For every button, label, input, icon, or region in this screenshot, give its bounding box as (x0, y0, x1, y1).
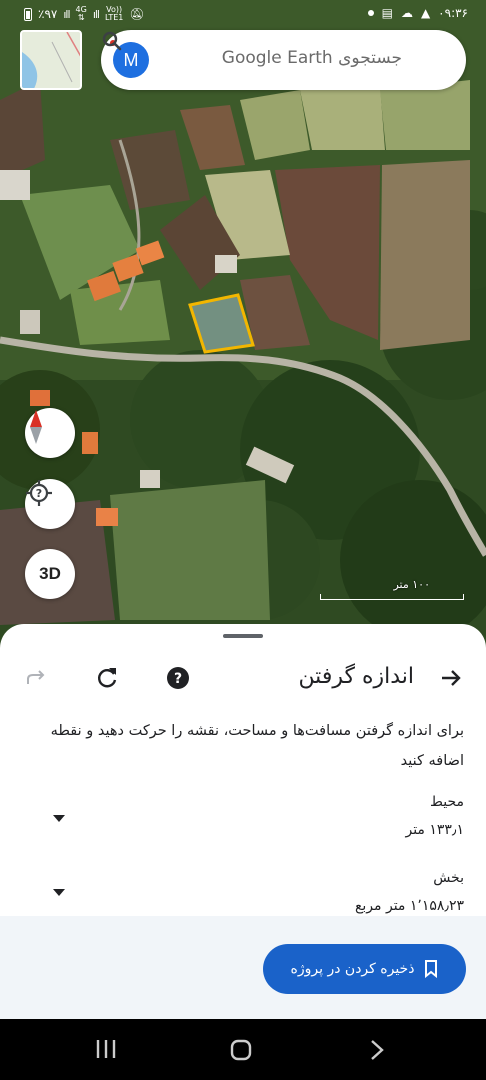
save-to-project-button[interactable]: ذخیره کردن در پروژه (263, 944, 466, 994)
location-target-icon: ? (26, 480, 52, 506)
measure-panel: ? اندازه گرفتن برای اندازه گرفتن مسافت‌ه… (0, 624, 486, 1019)
my-location-button[interactable]: ? (25, 479, 75, 529)
satellite-map[interactable]: ٪۹۷ ıll 4G ⇅ ıll Vo)) LTE1 🔕︎ ▤ ☁ ▲ ۰۹:۳… (0, 0, 486, 660)
3d-toggle-button[interactable]: 3D (25, 549, 75, 599)
search-icon[interactable] (101, 30, 123, 52)
perimeter-value: ۱۳۳٫۱ متر (405, 822, 464, 838)
perimeter-label: محیط (429, 794, 464, 810)
reset-button[interactable] (93, 664, 121, 692)
back-nav-button[interactable] (370, 1039, 384, 1065)
search-placeholder[interactable]: جستجوی Google Earth (222, 48, 402, 68)
scale-line (320, 594, 464, 600)
redo-icon (27, 670, 45, 684)
recent-apps-icon (96, 1040, 116, 1058)
network-type: 4G ⇅ (75, 5, 87, 22)
chevron-right-icon (371, 1040, 384, 1060)
bookmark-icon (425, 960, 438, 978)
help-icon: ? (167, 667, 189, 689)
system-nav-bar (0, 1019, 486, 1080)
back-button[interactable] (437, 664, 465, 692)
svg-text:?: ? (36, 487, 42, 500)
minimap[interactable] (20, 30, 82, 90)
search-bar[interactable]: M جستجوی Google Earth (101, 30, 466, 90)
refresh-icon (98, 668, 117, 688)
drag-handle[interactable] (223, 634, 263, 638)
status-bar: ٪۹۷ ıll 4G ⇅ ıll Vo)) LTE1 🔕︎ ▤ ☁ ▲ ۰۹:۳… (0, 0, 486, 30)
weather-icon: ☁ (400, 6, 413, 20)
recent-apps-button[interactable] (95, 1039, 117, 1063)
minimap-image (22, 32, 80, 88)
notification-dot-icon (367, 10, 374, 16)
save-button-label: ذخیره کردن در پروژه (290, 961, 415, 977)
satellite-imagery (0, 0, 486, 660)
battery-icon (24, 7, 32, 21)
home-button[interactable] (230, 1039, 252, 1065)
volte-indicator: Vo)) LTE1 (104, 5, 124, 22)
area-dropdown-icon[interactable] (53, 889, 65, 896)
avatar-letter: M (123, 49, 139, 70)
3d-label: 3D (39, 564, 61, 583)
clock-time: ۰۹:۳۶ (438, 6, 468, 20)
news-icon: ▤ (381, 6, 393, 20)
area-value: ۱٬۱۵۸٫۲۳ متر مربع (354, 898, 464, 914)
svg-text:?: ? (174, 671, 182, 687)
signal-icon: ıll (63, 7, 70, 21)
redo-button[interactable] (22, 664, 50, 692)
compass-icon (30, 410, 42, 444)
perimeter-dropdown-icon[interactable] (53, 815, 65, 822)
instructions-text: برای اندازه گرفتن مسافت‌ها و مساحت، نقشه… (50, 723, 464, 769)
help-button[interactable]: ? (164, 664, 192, 692)
scale-label: ۱۰۰ متر (393, 578, 430, 591)
signal-icon-2: ıll (92, 7, 100, 21)
home-icon (230, 1039, 252, 1061)
mute-icon: 🔕︎ (129, 7, 145, 21)
scale-bar: ۱۰۰ متر (320, 578, 464, 600)
image-icon: ▲ (420, 6, 431, 20)
battery-level: ٪۹۷ (38, 7, 58, 21)
arrow-right-icon (442, 670, 461, 686)
area-label: بخش (433, 870, 464, 886)
panel-title: اندازه گرفتن (298, 664, 414, 689)
compass-button[interactable] (25, 408, 75, 458)
